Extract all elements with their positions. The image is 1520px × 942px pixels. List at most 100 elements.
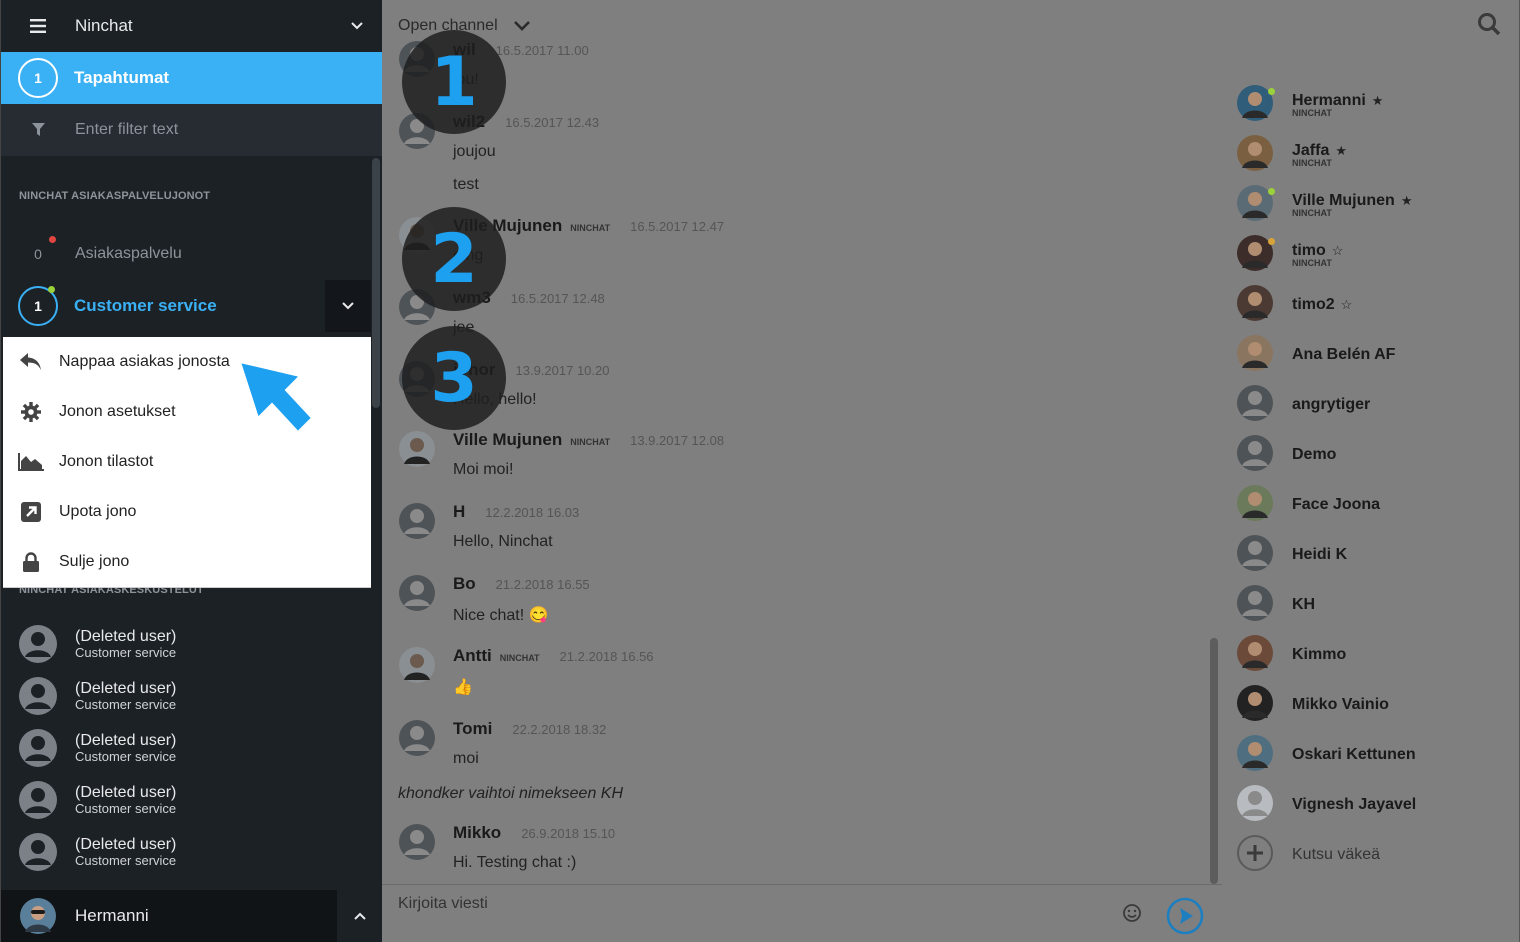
member-item[interactable]: Ville Mujunen ★ NINCHAT	[1236, 180, 1516, 230]
member-avatar	[1236, 384, 1292, 427]
menu-item-queue-stats[interactable]: Jonon tilastot	[3, 437, 371, 487]
pointer-arrow-icon	[238, 360, 314, 434]
star-icon[interactable]: ☆	[1332, 243, 1344, 258]
member-name: Kimmo	[1292, 646, 1347, 663]
member-item[interactable]: Demo	[1236, 430, 1516, 480]
member-item[interactable]: Mikko Vainio	[1236, 680, 1516, 730]
status-dot	[1268, 238, 1275, 245]
current-user-bar[interactable]: Hermanni	[1, 890, 382, 942]
avatar-placeholder-icon	[1, 676, 75, 716]
workspace-title[interactable]: Ninchat	[75, 16, 332, 36]
member-item[interactable]: Hermanni ★ NINCHAT	[1236, 80, 1516, 130]
sidebar-header: Ninchat	[1, 0, 382, 52]
queue-count-badge: 1	[18, 286, 58, 326]
hamburger-menu-icon[interactable]	[1, 19, 75, 33]
author-tag: NINCHAT	[499, 653, 540, 663]
message-author[interactable]: H	[453, 502, 465, 522]
chevron-up-icon	[354, 912, 366, 920]
queue-menu-toggle[interactable]	[325, 280, 371, 332]
member-name: timo2	[1292, 296, 1335, 313]
message-author[interactable]: Antti	[453, 646, 492, 666]
message-author[interactable]: Bo	[453, 574, 476, 594]
member-item[interactable]: Oskari Kettunen	[1236, 730, 1516, 780]
member-item[interactable]: KH	[1236, 580, 1516, 630]
send-button[interactable]	[1166, 897, 1204, 940]
member-avatar	[1236, 234, 1292, 277]
conversation-list: (Deleted user) Customer service (Deleted …	[1, 618, 382, 878]
avatar[interactable]	[398, 574, 436, 617]
chevron-down-icon[interactable]	[332, 22, 382, 30]
star-icon[interactable]: ★	[1372, 93, 1384, 108]
avatar[interactable]	[398, 502, 436, 545]
message-input[interactable]: Kirjoita viesti	[398, 895, 488, 913]
queue-item-asiakaspalvelu[interactable]: 0 Asiakaspalvelu	[1, 228, 382, 280]
chevron-down-icon[interactable]	[513, 21, 530, 31]
external-link-icon	[3, 502, 59, 522]
filter-bar[interactable]: Enter filter text	[1, 104, 382, 156]
member-avatar	[1236, 784, 1292, 827]
star-icon[interactable]: ★	[1401, 193, 1413, 208]
member-tag: NINCHAT	[1292, 158, 1332, 168]
message-time: 16.5.2017 12.47	[630, 219, 725, 234]
conversation-item[interactable]: (Deleted user) Customer service	[1, 826, 382, 878]
star-icon[interactable]: ★	[1335, 143, 1347, 158]
member-item[interactable]: timo ☆ NINCHAT	[1236, 230, 1516, 280]
sidebar-item-tapahtumat[interactable]: 1 Tapahtumat	[1, 52, 382, 104]
filter-input[interactable]: Enter filter text	[75, 121, 178, 139]
message-author[interactable]: Ville Mujunen	[453, 430, 562, 450]
current-user-name: Hermanni	[75, 906, 149, 925]
user-menu-toggle[interactable]	[337, 890, 382, 942]
member-item[interactable]: Face Joona	[1236, 480, 1516, 530]
sidebar-scrollbar[interactable]	[372, 158, 380, 408]
unread-badge: 1	[18, 58, 58, 98]
message-time: 26.9.2018 15.10	[521, 826, 616, 841]
member-item[interactable]: timo2 ☆	[1236, 280, 1516, 330]
member-item[interactable]: Vignesh Jayavel	[1236, 780, 1516, 830]
filter-icon	[1, 123, 75, 137]
conversation-name: (Deleted user)	[75, 732, 177, 749]
member-item[interactable]: Jaffa ★ NINCHAT	[1236, 130, 1516, 180]
menu-item-label: Jonon tilastot	[59, 453, 154, 470]
author-tag: NINCHAT	[570, 437, 611, 447]
message-header: Tomi 22.2.2018 18.32	[453, 719, 606, 739]
message-text: joujou	[453, 143, 496, 160]
message-list-scrollbar[interactable]	[1210, 638, 1218, 884]
conversation-item[interactable]: (Deleted user) Customer service	[1, 774, 382, 826]
star-icon[interactable]: ☆	[1341, 297, 1353, 312]
avatar[interactable]	[398, 430, 436, 473]
queue-item-customer-service[interactable]: 1 Customer service	[1, 280, 371, 332]
conversation-name: (Deleted user)	[75, 680, 177, 697]
message-time: 21.2.2018 16.55	[495, 577, 590, 592]
menu-item-close-queue[interactable]: Sulje jono	[3, 537, 371, 587]
message-author[interactable]: Tomi	[453, 719, 492, 739]
area-chart-icon	[3, 453, 59, 471]
member-name: Vignesh Jayavel	[1292, 796, 1417, 813]
invite-button[interactable]: Kutsu väkeä	[1236, 830, 1516, 880]
avatar[interactable]	[398, 646, 436, 689]
message-text: Nice chat! 😋	[453, 607, 549, 624]
message-time: 16.5.2017 11.00	[495, 43, 589, 58]
emoji-icon[interactable]	[1122, 903, 1142, 928]
conversation-queue: Customer service	[75, 645, 177, 660]
member-item[interactable]: Heidi K	[1236, 530, 1516, 580]
search-icon[interactable]	[1477, 12, 1501, 41]
conversation-item[interactable]: (Deleted user) Customer service	[1, 722, 382, 774]
avatar[interactable]	[398, 719, 436, 762]
menu-item-embed-queue[interactable]: Upota jono	[3, 487, 371, 537]
member-item[interactable]: angrytiger	[1236, 380, 1516, 430]
message-composer: Kirjoita viesti	[382, 884, 1222, 942]
sidebar: Ninchat 1 Tapahtumat Enter filter text N…	[0, 0, 382, 942]
message-header: Bo 21.2.2018 16.55	[453, 574, 590, 594]
message-time: 16.5.2017 12.48	[510, 291, 605, 306]
member-item[interactable]: Ana Belén AF	[1236, 330, 1516, 380]
queue-label: Customer service	[74, 296, 217, 315]
message-text: moi	[453, 750, 479, 767]
conversation-item[interactable]: (Deleted user) Customer service	[1, 670, 382, 722]
message-author[interactable]: Mikko	[453, 823, 501, 843]
conversation-item[interactable]: (Deleted user) Customer service	[1, 618, 382, 670]
message-text: Hi. Testing chat :)	[453, 854, 577, 871]
member-name: KH	[1292, 596, 1316, 613]
member-item[interactable]: Kimmo	[1236, 630, 1516, 680]
avatar[interactable]	[398, 823, 436, 866]
member-name: Ville Mujunen	[1292, 192, 1395, 209]
